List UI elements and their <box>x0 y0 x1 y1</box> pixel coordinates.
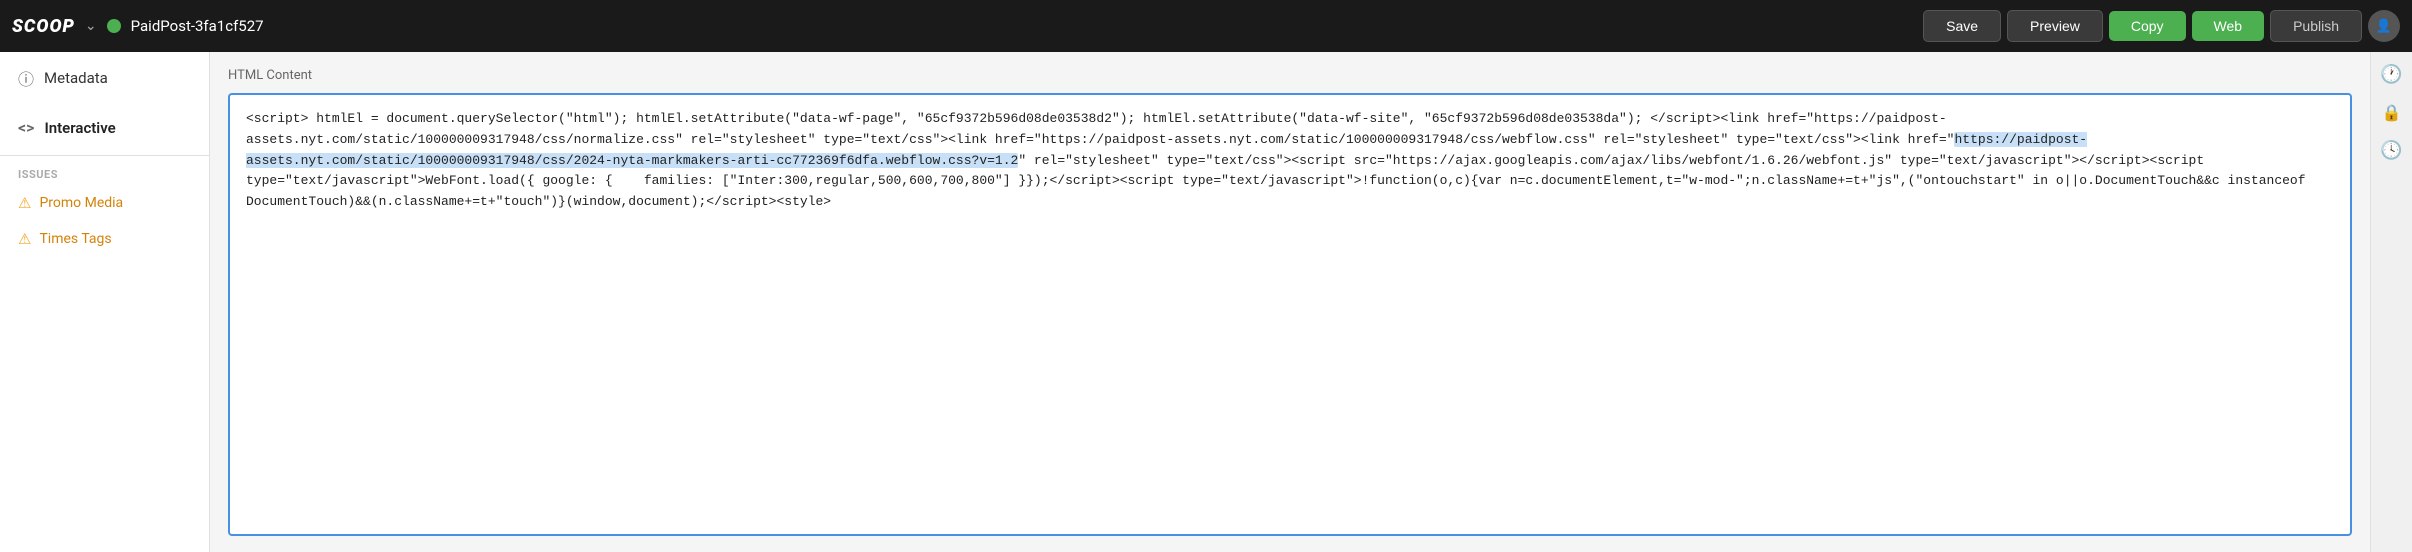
app-logo: SCOOP <box>12 16 75 37</box>
warning-icon-2: ⚠ <box>18 230 31 248</box>
issue-promo-media-label: Promo Media <box>39 195 123 211</box>
html-content-label: HTML Content <box>228 68 2352 83</box>
sidebar-issue-times-tags[interactable]: ⚠ Times Tags <box>0 221 209 257</box>
sidebar-issue-promo-media[interactable]: ⚠ Promo Media <box>0 185 209 221</box>
history-icon[interactable]: 🕐 <box>2380 64 2402 85</box>
info-icon: ⓘ <box>18 66 34 90</box>
web-button[interactable]: Web <box>2192 11 2265 41</box>
doc-status-indicator <box>107 19 121 33</box>
warning-icon: ⚠ <box>18 194 31 212</box>
topbar: SCOOP ⌄ PaidPost-3fa1cf527 Save Preview … <box>0 0 2412 52</box>
user-avatar[interactable]: 👤 <box>2368 10 2400 42</box>
html-content-text: <script> htmlEl = document.querySelector… <box>246 111 2306 209</box>
issue-times-tags-label: Times Tags <box>39 231 111 247</box>
sidebar-interactive-label: Interactive <box>44 119 115 137</box>
issues-section-label: ISSUES <box>0 160 209 185</box>
document-name: PaidPost-3fa1cf527 <box>131 17 1914 35</box>
sidebar-item-interactive[interactable]: <> Interactive <box>0 104 209 151</box>
copy-button[interactable]: Copy <box>2109 11 2186 41</box>
topbar-actions: Save Preview Copy Web Publish 👤 <box>1923 10 2400 42</box>
publish-button[interactable]: Publish <box>2270 10 2362 42</box>
chevron-down-icon[interactable]: ⌄ <box>85 18 97 34</box>
lock-icon[interactable]: 🔒 <box>2382 103 2402 122</box>
code-icon: <> <box>18 118 34 137</box>
preview-button[interactable]: Preview <box>2007 10 2103 42</box>
sidebar-metadata-label: Metadata <box>44 69 108 87</box>
sidebar-divider <box>0 155 209 156</box>
html-content-box[interactable]: <script> htmlEl = document.querySelector… <box>228 93 2352 536</box>
sidebar-item-metadata[interactable]: ⓘ Metadata <box>0 52 209 104</box>
right-panel: 🕐 🔒 🕓 <box>2370 52 2412 552</box>
watch-icon[interactable]: 🕓 <box>2380 140 2402 161</box>
save-button[interactable]: Save <box>1923 10 2001 42</box>
main-layout: ⓘ Metadata <> Interactive ISSUES ⚠ Promo… <box>0 52 2412 552</box>
sidebar: ⓘ Metadata <> Interactive ISSUES ⚠ Promo… <box>0 52 210 552</box>
content-area: HTML Content <script> htmlEl = document.… <box>210 52 2370 552</box>
